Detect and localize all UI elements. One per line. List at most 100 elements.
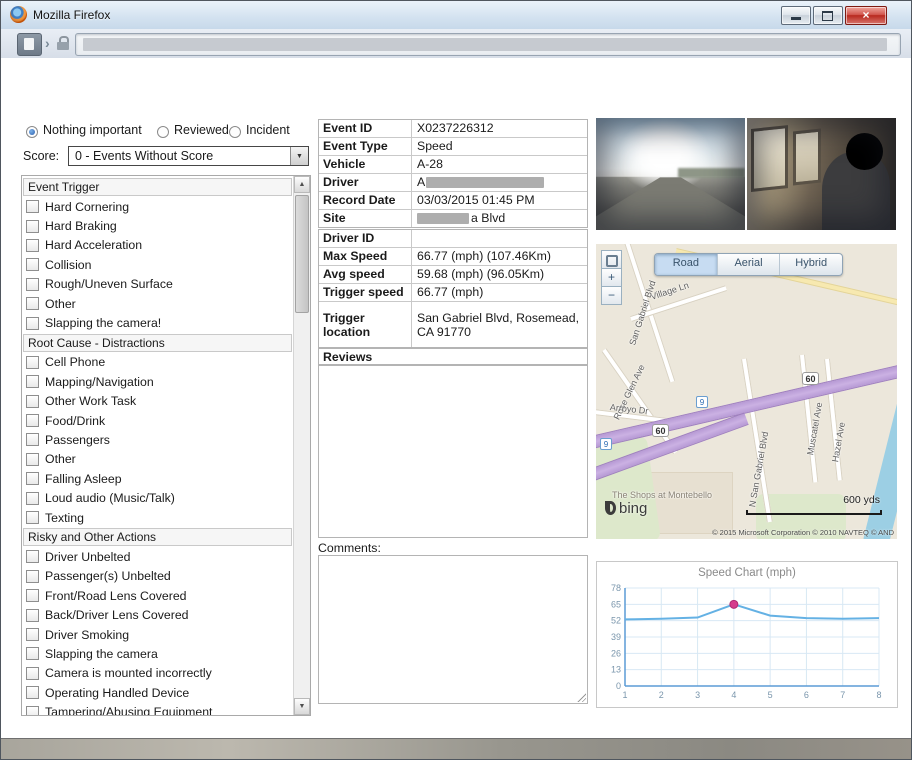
checkbox-label: Rough/Uneven Surface [45, 277, 173, 291]
checkbox[interactable] [26, 453, 39, 466]
url-redacted-text [83, 38, 887, 51]
checkbox[interactable] [26, 589, 39, 602]
table-row: Record Date03/03/2015 01:45 PM [319, 192, 587, 210]
window-border-bottom [1, 738, 912, 760]
checklist-item: Mapping/Navigation [22, 372, 293, 391]
checkbox[interactable] [26, 492, 39, 505]
checkbox[interactable] [26, 258, 39, 271]
checkbox[interactable] [26, 414, 39, 427]
zoom-in-button[interactable]: + [601, 268, 622, 287]
scroll-down-icon[interactable]: ▼ [294, 698, 310, 715]
checklist-item: Driver Smoking [22, 625, 293, 644]
checkbox[interactable] [26, 433, 39, 446]
table-row: Avg speed59.68 (mph) (96.05Km) [319, 266, 587, 284]
url-input[interactable] [75, 33, 901, 56]
checklist-section-header: Event Trigger [23, 178, 292, 196]
checkbox-label: Slapping the camera [45, 647, 158, 661]
svg-text:0: 0 [616, 681, 621, 691]
checklist-item: Hard Braking [22, 216, 293, 235]
behavior-checklist: Event Trigger Hard Cornering Hard Brakin… [21, 175, 311, 716]
comments-textarea[interactable] [318, 555, 588, 704]
close-icon: × [862, 8, 869, 22]
tab-road[interactable]: Road [655, 254, 717, 275]
checklist-item: Collision [22, 255, 293, 274]
speed-chart: 013263952657812345678 [601, 582, 891, 702]
minimize-icon [791, 17, 801, 20]
checklist-item: Loud audio (Music/Talk) [22, 488, 293, 507]
checkbox-label: Back/Driver Lens Covered [45, 608, 189, 622]
checkbox-label: Food/Drink [45, 414, 105, 428]
route-60-shield: 60 [802, 372, 819, 385]
comments-label: Comments: [318, 541, 381, 555]
checkbox[interactable] [26, 220, 39, 233]
svg-text:1: 1 [622, 690, 627, 700]
checkbox[interactable] [26, 200, 39, 213]
checklist-item: Driver Unbelted [22, 547, 293, 566]
checkbox[interactable] [26, 511, 39, 524]
checkbox[interactable] [26, 395, 39, 408]
event-details-table: Event IDX0237226312 Event TypeSpeed Vehi… [318, 119, 588, 228]
checklist-item: Rough/Uneven Surface [22, 275, 293, 294]
checkbox-label: Driver Smoking [45, 628, 129, 642]
map-scale-bar [746, 510, 882, 515]
checkbox[interactable] [26, 706, 39, 715]
checkbox[interactable] [26, 375, 39, 388]
checkbox-label: Falling Asleep [45, 472, 122, 486]
radio-label: Incident [246, 123, 290, 137]
reviews-header: Reviews [318, 348, 588, 365]
page-button[interactable] [17, 33, 42, 56]
checkbox[interactable] [26, 278, 39, 291]
radio-reviewed[interactable] [157, 126, 169, 138]
scroll-up-icon[interactable]: ▲ [294, 176, 310, 193]
checkbox-label: Operating Handled Device [45, 686, 189, 700]
svg-text:4: 4 [731, 690, 736, 700]
tab-hybrid[interactable]: Hybrid [779, 254, 842, 275]
svg-text:78: 78 [611, 583, 621, 593]
checkbox[interactable] [26, 472, 39, 485]
table-row: Driver ID [319, 230, 587, 248]
maximize-button[interactable] [813, 6, 843, 25]
checkbox-label: Other Work Task [45, 394, 136, 408]
table-row: Trigger locationSan Gabriel Blvd, Roseme… [319, 302, 587, 347]
score-selected-value: 0 - Events Without Score [69, 147, 290, 165]
checkbox[interactable] [26, 356, 39, 369]
checkbox-label: Passenger(s) Unbelted [45, 569, 171, 583]
checkbox[interactable] [26, 647, 39, 660]
route-60-shield: 60 [652, 424, 669, 437]
close-button[interactable]: × [845, 6, 887, 25]
bing-logo: bing [605, 500, 647, 517]
lock-icon [57, 36, 69, 50]
table-row: Max Speed66.77 (mph) (107.46Km) [319, 248, 587, 266]
checkbox[interactable] [26, 609, 39, 622]
checkbox[interactable] [26, 550, 39, 563]
checkbox[interactable] [26, 239, 39, 252]
checkbox[interactable] [26, 317, 39, 330]
minimize-button[interactable] [781, 6, 811, 25]
checklist-item: Camera is mounted incorrectly [22, 664, 293, 683]
tab-aerial[interactable]: Aerial [717, 254, 780, 275]
map-pan-button[interactable] [601, 250, 622, 269]
checkbox[interactable] [26, 686, 39, 699]
bing-map[interactable]: Village Ln San Gabriel Blvd Rose Glen Av… [596, 244, 897, 539]
checkbox[interactable] [26, 667, 39, 680]
speed-chart-panel: Speed Chart (mph) 013263952657812345678 [596, 561, 898, 708]
radio-incident[interactable] [229, 126, 241, 138]
checklist-item: Falling Asleep [22, 469, 293, 488]
checkbox[interactable] [26, 297, 39, 310]
table-row: VehicleA-28 [319, 156, 587, 174]
resize-grip[interactable] [576, 692, 586, 702]
map-view-tabs: Road Aerial Hybrid [654, 253, 843, 276]
navigation-bar: › [1, 29, 912, 59]
checklist-scrollbar[interactable]: ▲ ▼ [293, 176, 310, 715]
radio-nothing-important[interactable] [26, 126, 38, 138]
checkbox[interactable] [26, 570, 39, 583]
checkbox[interactable] [26, 628, 39, 641]
table-row: Event IDX0237226312 [319, 120, 587, 138]
score-select[interactable]: 0 - Events Without Score ▼ [68, 146, 309, 166]
scrollbar-thumb[interactable] [295, 195, 309, 313]
zoom-out-button[interactable]: − [601, 286, 622, 305]
checkbox-label: Texting [45, 511, 84, 525]
bing-b-icon [605, 501, 616, 515]
checklist-item: Hard Cornering [22, 197, 293, 216]
table-row: Event TypeSpeed [319, 138, 587, 156]
